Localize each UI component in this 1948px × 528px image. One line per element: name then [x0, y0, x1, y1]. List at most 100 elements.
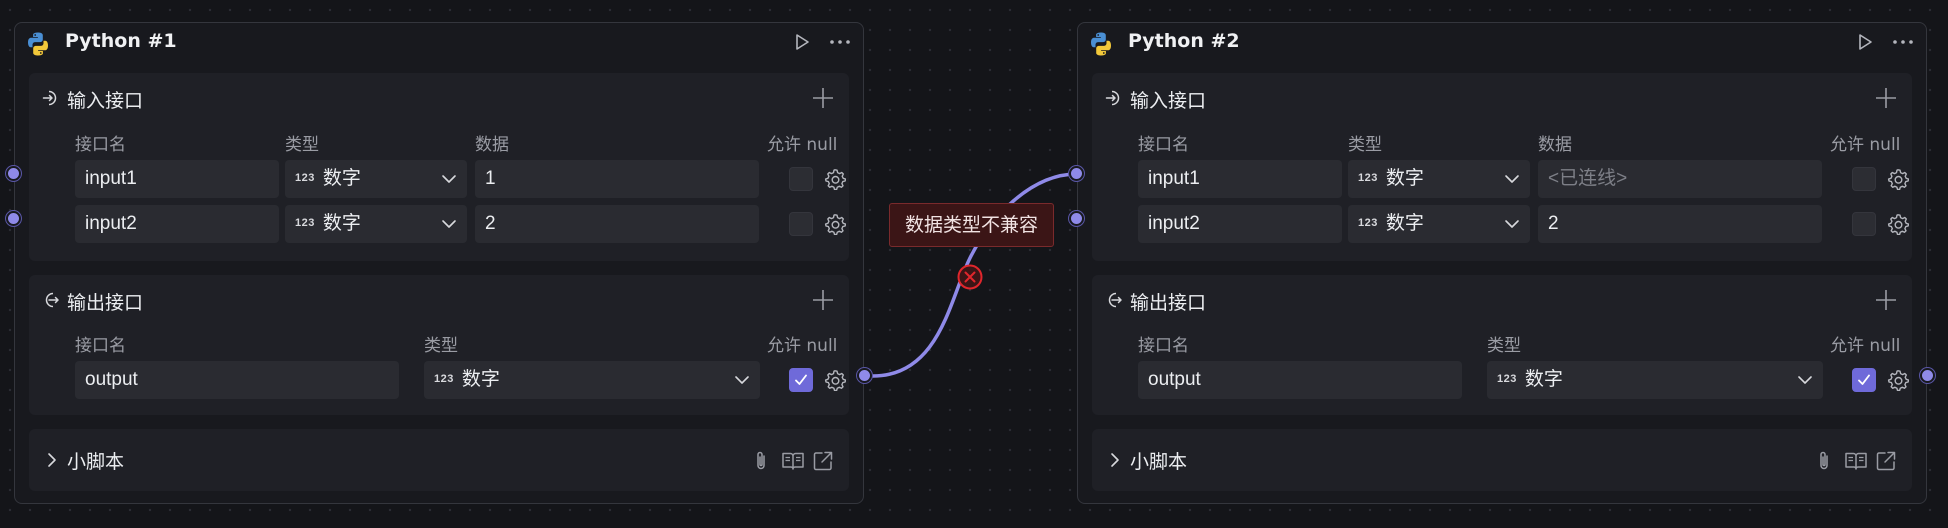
paperclip-icon[interactable] — [749, 449, 773, 473]
gear-icon[interactable] — [1887, 213, 1909, 235]
input-ports-section: 输入接口 接口名 类型 数据 允许 null input1 123 数字 <已连线… — [1092, 73, 1912, 261]
python-logo-icon — [28, 32, 48, 56]
type-value: 数字 — [322, 213, 361, 235]
port-name-input[interactable]: input1 — [75, 160, 279, 198]
col-label-type: 类型 — [424, 336, 458, 356]
output-row-output: output 123 数字 — [1092, 361, 1912, 399]
output-ports-section: 输出接口 接口名 类型 允许 null output 123 数字 — [29, 275, 849, 415]
port-name-input[interactable]: input1 — [1138, 160, 1342, 198]
output-section-title: 输出接口 — [1130, 292, 1207, 314]
input-port-handle-input1[interactable] — [1069, 166, 1084, 181]
allow-null-checkbox[interactable] — [789, 167, 813, 191]
input-port-handle-input1[interactable] — [6, 166, 21, 181]
add-output-plus-icon[interactable] — [811, 288, 835, 312]
book-open-icon[interactable] — [1844, 449, 1868, 473]
chevron-down-icon — [442, 220, 456, 228]
port-type-select[interactable]: 123 数字 — [1348, 160, 1530, 198]
input-row-input2: input2 123 数字 2 — [1092, 205, 1912, 243]
python-node-1[interactable]: Python #1 输入接口 接口名 类型 数据 允许 null input1 … — [6, 22, 872, 504]
col-label-allow-null: 允许 null — [1830, 336, 1901, 356]
input-port-icon — [42, 90, 57, 106]
input-ports-section: 输入接口 接口名 类型 数据 允许 null input1 123 数字 1 in… — [29, 73, 849, 261]
connection-error-label: 数据类型不兼容 — [889, 203, 1054, 247]
gear-icon[interactable] — [1887, 369, 1909, 391]
node-title: Python #1 — [65, 30, 177, 52]
script-section[interactable]: 小脚本 — [29, 429, 849, 491]
col-label-name: 接口名 — [75, 336, 126, 356]
node-title: Python #2 — [1128, 30, 1240, 52]
output-port-handle-output[interactable] — [857, 368, 872, 383]
col-label-name: 接口名 — [1138, 135, 1189, 155]
allow-null-checkbox[interactable] — [789, 212, 813, 236]
col-label-type: 类型 — [1348, 135, 1382, 155]
col-label-type: 类型 — [1487, 336, 1521, 356]
port-type-select[interactable]: 123 数字 — [1348, 205, 1530, 243]
port-data-input[interactable]: 1 — [475, 160, 759, 198]
chevron-down-icon — [1798, 376, 1812, 384]
input-section-title: 输入接口 — [1130, 90, 1207, 112]
port-type-select[interactable]: 123 数字 — [1487, 361, 1823, 399]
number-type-icon: 123 — [1358, 217, 1378, 229]
port-name-input[interactable]: input2 — [1138, 205, 1342, 243]
gear-icon[interactable] — [824, 213, 846, 235]
paperclip-icon[interactable] — [1812, 449, 1836, 473]
python-node-2[interactable]: Python #2 输入接口 接口名 类型 数据 允许 null input1 … — [1069, 22, 1935, 504]
input-row-input1: input1 123 数字 1 — [29, 160, 849, 198]
port-type-select[interactable]: 123 数字 — [285, 205, 467, 243]
port-name-input[interactable]: output — [1138, 361, 1462, 399]
output-ports-section: 输出接口 接口名 类型 允许 null output 123 数字 — [1092, 275, 1912, 415]
script-section[interactable]: 小脚本 — [1092, 429, 1912, 491]
number-type-icon: 123 — [434, 373, 454, 385]
gear-icon[interactable] — [824, 369, 846, 391]
add-input-plus-icon[interactable] — [811, 86, 835, 110]
chevron-right-icon[interactable] — [1106, 451, 1124, 469]
input-section-title: 输入接口 — [67, 90, 144, 112]
input-row-input2: input2 123 数字 2 — [29, 205, 849, 243]
more-horizontal-icon[interactable] — [1890, 31, 1916, 53]
output-row-output: output 123 数字 — [29, 361, 849, 399]
add-output-plus-icon[interactable] — [1874, 288, 1898, 312]
node-header[interactable]: Python #2 — [1078, 23, 1926, 61]
output-port-handle-output[interactable] — [1920, 368, 1935, 383]
port-data-input[interactable]: 2 — [475, 205, 759, 243]
more-horizontal-icon[interactable] — [827, 31, 853, 53]
input-port-icon — [1105, 90, 1120, 106]
col-label-name: 接口名 — [75, 135, 126, 155]
chevron-right-icon[interactable] — [43, 451, 61, 469]
chevron-down-icon — [442, 175, 456, 183]
error-x-circle-icon[interactable] — [957, 264, 983, 290]
port-name-input[interactable]: input2 — [75, 205, 279, 243]
type-value: 数字 — [1524, 369, 1563, 391]
port-type-select[interactable]: 123 数字 — [285, 160, 467, 198]
type-value: 数字 — [461, 369, 500, 391]
play-icon[interactable] — [1854, 31, 1876, 53]
port-data-input[interactable]: 2 — [1538, 205, 1822, 243]
allow-null-checkbox[interactable] — [1852, 212, 1876, 236]
allow-null-checkbox[interactable] — [1852, 368, 1876, 392]
gear-icon[interactable] — [824, 168, 846, 190]
input-port-handle-input2[interactable] — [6, 211, 21, 226]
col-label-data: 数据 — [475, 135, 509, 155]
output-port-icon — [1108, 292, 1122, 308]
input-row-input1: input1 123 数字 <已连线> — [1092, 160, 1912, 198]
allow-null-checkbox[interactable] — [1852, 167, 1876, 191]
allow-null-checkbox[interactable] — [789, 368, 813, 392]
col-label-type: 类型 — [285, 135, 319, 155]
port-name-input[interactable]: output — [75, 361, 399, 399]
type-value: 数字 — [1385, 213, 1424, 235]
output-section-title: 输出接口 — [67, 292, 144, 314]
external-link-icon[interactable] — [811, 449, 835, 473]
check-icon — [795, 374, 807, 385]
play-icon[interactable] — [791, 31, 813, 53]
port-type-select[interactable]: 123 数字 — [424, 361, 760, 399]
input-port-handle-input2[interactable] — [1069, 211, 1084, 226]
script-section-title: 小脚本 — [67, 451, 125, 473]
gear-icon[interactable] — [1887, 168, 1909, 190]
chevron-down-icon — [1505, 175, 1519, 183]
col-label-name: 接口名 — [1138, 336, 1189, 356]
book-open-icon[interactable] — [781, 449, 805, 473]
add-input-plus-icon[interactable] — [1874, 86, 1898, 110]
col-label-data: 数据 — [1538, 135, 1572, 155]
external-link-icon[interactable] — [1874, 449, 1898, 473]
node-header[interactable]: Python #1 — [15, 23, 863, 61]
